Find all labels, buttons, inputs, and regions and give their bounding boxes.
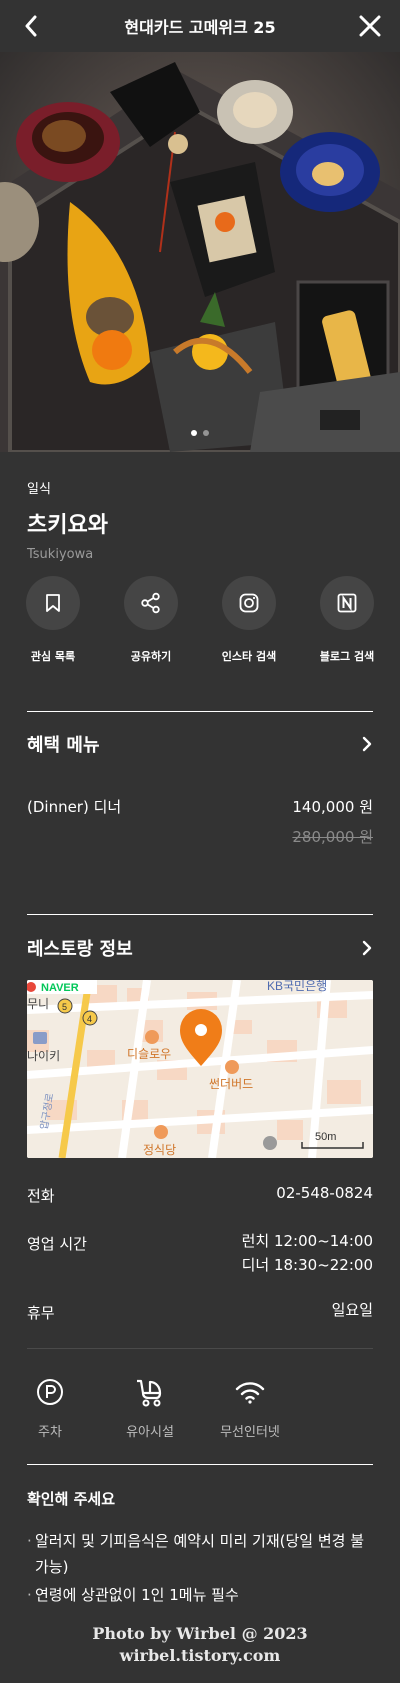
back-button[interactable] bbox=[18, 12, 44, 40]
share-button[interactable]: 공유하기 bbox=[101, 576, 201, 664]
chevron-right-icon bbox=[362, 940, 372, 956]
watermark-line2: wirbel.tistory.com bbox=[119, 1646, 281, 1665]
menu-original-price: 280,000 원 bbox=[292, 828, 373, 846]
carousel-indicator bbox=[0, 430, 400, 436]
bookmark-button[interactable]: 관심 목록 bbox=[3, 576, 103, 664]
wifi-icon bbox=[235, 1382, 265, 1404]
phone-label: 전화 bbox=[27, 1187, 55, 1205]
instagram-search-button[interactable]: 인스타 검색 bbox=[199, 576, 299, 664]
notice-item: 연령에 상관없이 1인 1메뉴 필수 bbox=[27, 1582, 373, 1608]
amenity-label: 유아시설 bbox=[126, 1425, 174, 1440]
phone-number[interactable]: 02-548-0824 bbox=[276, 1181, 373, 1205]
divider bbox=[27, 1464, 373, 1465]
food-photo bbox=[0, 52, 400, 452]
map-label-left2: 나이키 bbox=[27, 1049, 60, 1063]
map-label-left1: 무니 bbox=[27, 997, 49, 1011]
instagram-label: 인스타 검색 bbox=[221, 650, 277, 663]
carousel-dot-active[interactable] bbox=[191, 430, 197, 436]
restaurant-photo-carousel[interactable] bbox=[0, 52, 400, 452]
carousel-dot[interactable] bbox=[203, 430, 209, 436]
bookmark-icon bbox=[46, 594, 60, 612]
closed-label: 휴무 bbox=[27, 1304, 55, 1322]
amenity-kids: 유아시설 bbox=[110, 1375, 190, 1440]
restaurant-info-header[interactable]: 레스토랑 정보 bbox=[27, 934, 373, 962]
hours-dinner: 디너 18:30~22:00 bbox=[241, 1256, 373, 1274]
map-tiles: NAVER KB국민은행 무니 5 4 나이키 디슬로우 썬더버드 정식당 압구… bbox=[27, 980, 373, 1158]
parking-icon bbox=[37, 1379, 63, 1405]
divider bbox=[27, 1348, 373, 1349]
restaurant-header: 일식 츠키요와 Tsukiyowa bbox=[27, 478, 373, 562]
section-title: 레스토랑 정보 bbox=[27, 939, 133, 960]
page-title: 현대카드 고메위크 25 bbox=[124, 18, 276, 37]
amenity-label: 무선인터넷 bbox=[220, 1425, 280, 1440]
amenity-label: 주차 bbox=[38, 1425, 62, 1440]
close-icon bbox=[359, 15, 381, 37]
amenity-wifi: 무선인터넷 bbox=[210, 1375, 290, 1440]
amenity-parking: 주차 bbox=[10, 1375, 90, 1440]
benefit-menu-header[interactable]: 혜택 메뉴 bbox=[27, 730, 373, 758]
top-bar: 현대카드 고메위크 25 bbox=[0, 0, 400, 52]
menu-price: 140,000 원 bbox=[292, 798, 373, 816]
map-label-bank: KB국민은행 bbox=[267, 980, 327, 993]
instagram-icon bbox=[239, 593, 259, 613]
cuisine-label: 일식 bbox=[27, 482, 51, 497]
stroller-icon bbox=[137, 1379, 162, 1407]
bookmark-label: 관심 목록 bbox=[30, 650, 76, 663]
map-scale: 50m bbox=[315, 1131, 336, 1143]
share-label: 공유하기 bbox=[130, 650, 172, 663]
hours-label: 영업 시간 bbox=[27, 1235, 87, 1253]
closed-day: 일요일 bbox=[331, 1301, 373, 1319]
map-brand: NAVER bbox=[41, 982, 79, 994]
menu-name: (Dinner) 디너 bbox=[27, 798, 122, 816]
section-title: 혜택 메뉴 bbox=[27, 735, 100, 756]
divider bbox=[27, 711, 373, 712]
map-label-place3: 정식당 bbox=[143, 1143, 176, 1157]
chevron-right-icon bbox=[362, 736, 372, 752]
blog-search-label: 블로그 검색 bbox=[319, 650, 375, 663]
location-map[interactable]: NAVER KB국민은행 무니 5 4 나이키 디슬로우 썬더버드 정식당 압구… bbox=[27, 980, 373, 1158]
map-label-place2: 썬더버드 bbox=[209, 1077, 253, 1091]
restaurant-name: 츠키요와 bbox=[27, 513, 108, 538]
map-label-num5: 5 bbox=[62, 1002, 67, 1012]
divider bbox=[27, 914, 373, 915]
close-button[interactable] bbox=[356, 12, 384, 40]
hours-lunch: 런치 12:00~14:00 bbox=[241, 1232, 373, 1250]
naver-icon bbox=[337, 593, 357, 613]
notice-item: 알러지 및 기피음식은 예약시 미리 기재(당일 변경 불가능) bbox=[27, 1528, 373, 1580]
restaurant-name-en: Tsukiyowa bbox=[27, 547, 94, 562]
share-icon bbox=[141, 592, 160, 614]
action-row: 관심 목록 공유하기 인스타 검색 블로그 검색 bbox=[0, 576, 400, 668]
notice-title: 확인해 주세요 bbox=[27, 1490, 116, 1508]
watermark-line1: Photo by Wirbel @ 2023 bbox=[92, 1624, 308, 1643]
map-label-num4: 4 bbox=[87, 1014, 92, 1024]
map-label-place1: 디슬로우 bbox=[127, 1047, 171, 1061]
blog-search-button[interactable]: 블로그 검색 bbox=[297, 576, 397, 664]
chevron-left-icon bbox=[25, 15, 37, 37]
